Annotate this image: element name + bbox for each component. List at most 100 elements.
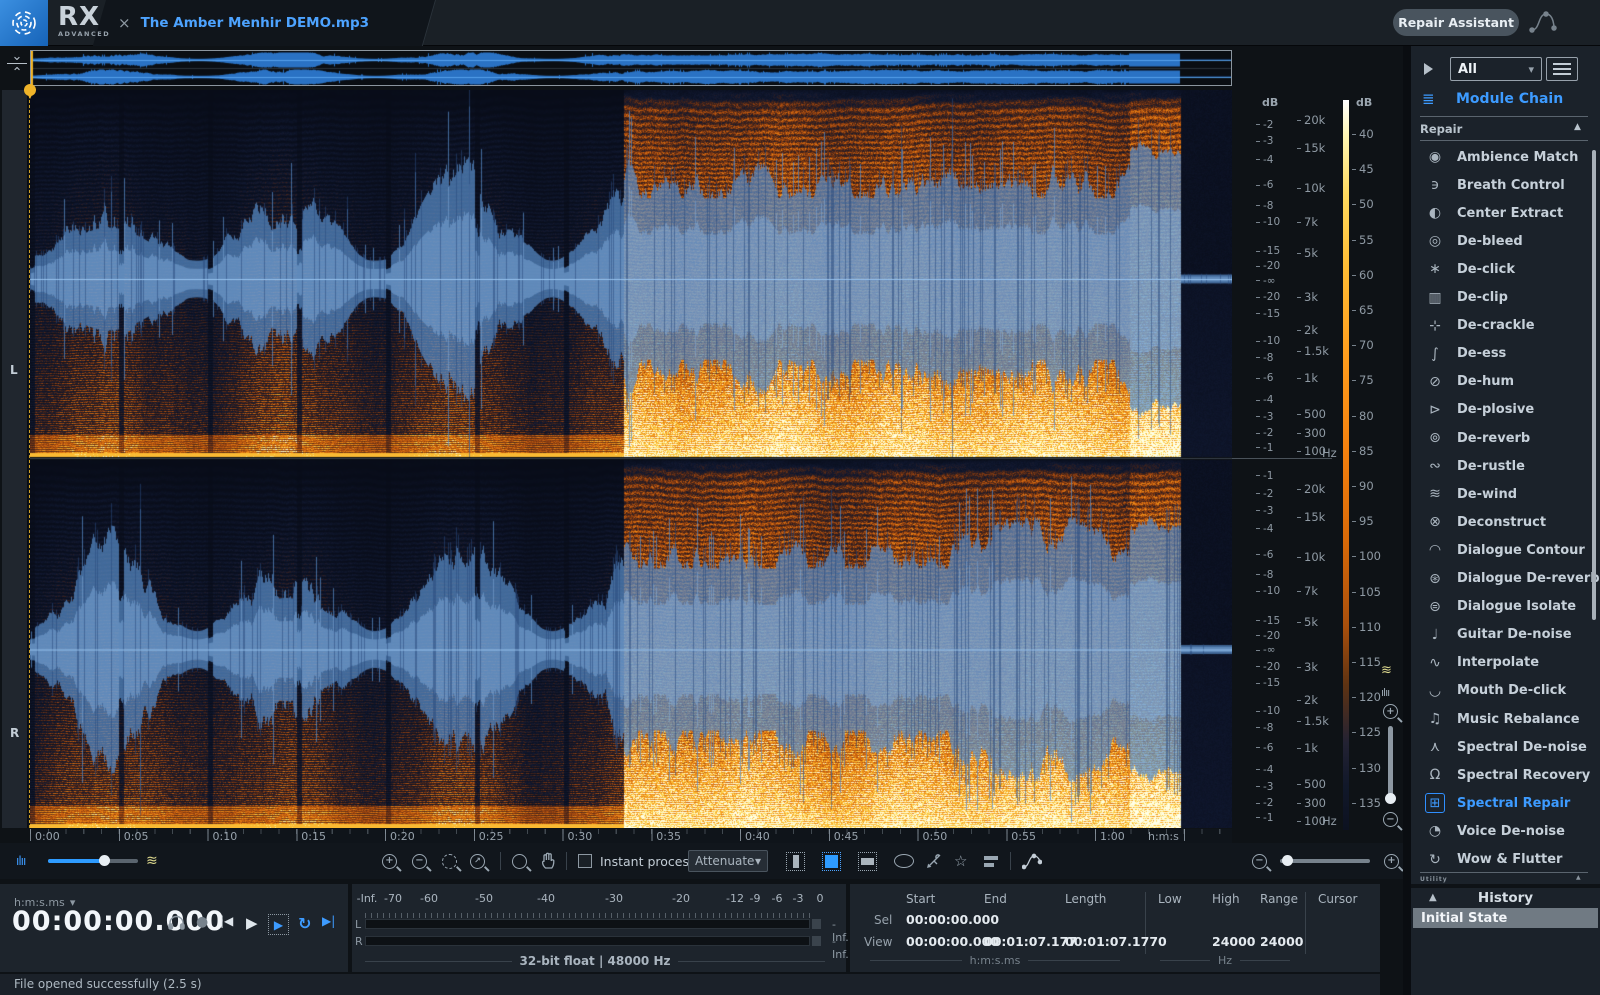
signal-flow-icon[interactable]	[1528, 8, 1558, 38]
search-zoom-icon[interactable]	[512, 849, 527, 873]
waveform-spectrogram-blend-icon[interactable]: ılıı	[16, 849, 25, 873]
zoom-out-time-icon[interactable]: −	[412, 849, 427, 873]
time-frequency-selection-tool[interactable]	[822, 849, 841, 873]
spectrogram-view[interactable]	[30, 90, 1232, 828]
module-icon: ⊘	[1425, 372, 1445, 392]
module-item-de-wind[interactable]: ≋De-wind	[1411, 480, 1600, 508]
module-icon: ⊜	[1425, 597, 1445, 617]
view-low[interactable]: 0	[1158, 934, 1167, 949]
channel-label-right[interactable]: R	[10, 726, 19, 740]
sel-start[interactable]: 00:00:00.000	[906, 912, 999, 927]
history-item-initial-state[interactable]: Initial State	[1413, 908, 1598, 928]
zoom-fit-icon[interactable]: ↗	[470, 849, 485, 873]
module-item-de-click[interactable]: ∗De-click	[1411, 255, 1600, 283]
hand-tool-icon[interactable]	[540, 849, 556, 873]
module-list-scrollbar[interactable]	[1592, 150, 1596, 620]
h-zoom-in-icon[interactable]: +	[1384, 849, 1399, 873]
spectrogram-mode-icon[interactable]: ≋	[1381, 663, 1392, 678]
module-item-mouth-de-click[interactable]: ◡Mouth De-click	[1411, 677, 1600, 705]
module-item-spectral-recovery[interactable]: ΩSpectral Recovery	[1411, 761, 1600, 789]
repair-assistant-button[interactable]: Repair Assistant	[1393, 9, 1519, 36]
module-item-center-extract[interactable]: ◐Center Extract	[1411, 199, 1600, 227]
view-length[interactable]: 00:01:07.177	[1065, 934, 1158, 949]
blend-slider-knob[interactable]	[99, 855, 110, 866]
module-item-guitar-de-noise[interactable]: ♩Guitar De-noise	[1411, 621, 1600, 649]
meter-right-label: R	[355, 935, 363, 948]
instant-process-checkbox[interactable]	[578, 849, 592, 873]
collapse-triangle-icon[interactable]: ▲	[1574, 122, 1581, 132]
zoom-selection-icon[interactable]	[442, 849, 457, 873]
view-end[interactable]: 00:01:07.177	[984, 934, 1077, 949]
zoom-in-time-icon[interactable]: +	[382, 849, 397, 873]
waveform-mode-icon[interactable]: ılıı	[1381, 686, 1389, 699]
h-zoom-knob[interactable]	[1282, 855, 1293, 866]
play-selection-icon[interactable]: ▶	[268, 914, 289, 935]
magic-wand-tool-icon[interactable]: ☆	[954, 849, 967, 873]
module-item-de-ess[interactable]: ∫De-ess	[1411, 340, 1600, 368]
module-item-interpolate[interactable]: ∿Interpolate	[1411, 649, 1600, 677]
module-item-de-bleed[interactable]: ◎De-bleed	[1411, 227, 1600, 255]
module-item-voice-de-noise[interactable]: ◔Voice De-noise	[1411, 817, 1600, 845]
adjacent-selection-tool-icon[interactable]	[984, 849, 998, 873]
tab-close-icon[interactable]: ×	[118, 14, 131, 32]
module-item-de-clip[interactable]: ▥De-clip	[1411, 284, 1600, 312]
view-range[interactable]: 24000	[1260, 934, 1304, 949]
module-filter-dropdown[interactable]: All ▾	[1450, 57, 1542, 81]
module-item-deconstruct[interactable]: ⊗Deconstruct	[1411, 508, 1600, 536]
amp-label: -20	[1256, 291, 1280, 303]
category-repair-header[interactable]: Repair	[1420, 122, 1462, 136]
go-to-start-icon[interactable]: |◀	[220, 914, 233, 928]
lasso-tool-icon[interactable]	[894, 849, 914, 873]
loop-icon[interactable]: ↻	[298, 914, 311, 933]
collapse-overview-icon[interactable]: ⌄⌄	[6, 52, 28, 75]
module-item-wow-flutter[interactable]: ↻Wow & Flutter	[1411, 846, 1600, 874]
module-item-music-rebalance[interactable]: ♫Music Rebalance	[1411, 705, 1600, 733]
spectrogram-settings-icon[interactable]: ≋	[146, 849, 158, 873]
frequency-selection-tool[interactable]	[858, 849, 877, 873]
brush-tool-icon[interactable]	[926, 849, 942, 873]
module-item-de-rustle[interactable]: ∾De-rustle	[1411, 452, 1600, 480]
overview-waveform[interactable]	[30, 50, 1232, 86]
record-button-icon[interactable]: ●	[196, 914, 208, 930]
module-item-breath-control[interactable]: ϶Breath Control	[1411, 171, 1600, 199]
module-item-dialogue-de-reverb[interactable]: ⊛Dialogue De-reverb	[1411, 565, 1600, 593]
module-item-de-hum[interactable]: ⊘De-hum	[1411, 368, 1600, 396]
module-item-spectral-repair[interactable]: ⊞Spectral Repair	[1411, 789, 1600, 817]
collapse-triangle-icon[interactable]: ▲	[1576, 874, 1581, 881]
module-chain-item[interactable]: Module Chain	[1456, 91, 1563, 107]
transport-panel: h:m:s.ms ▾ 00:00:00.000 ● |◀ ▶ ▶ ↻ ▶|	[0, 884, 348, 972]
time-selection-tool[interactable]	[786, 849, 805, 873]
module-item-de-reverb[interactable]: ⊚De-reverb	[1411, 424, 1600, 452]
signal-chain-tool-icon[interactable]	[1022, 849, 1042, 873]
module-item-dialogue-isolate[interactable]: ⊜Dialogue Isolate	[1411, 593, 1600, 621]
vertical-zoom-slider[interactable]	[1388, 726, 1393, 802]
meter-bar-right[interactable]	[365, 936, 810, 946]
module-item-spectral-de-noise[interactable]: ⋏Spectral De-noise	[1411, 733, 1600, 761]
play-to-end-icon[interactable]: ▶|	[322, 914, 335, 928]
channel-label-left[interactable]: L	[10, 363, 18, 377]
category-utility-header[interactable]: Utility	[1420, 876, 1448, 883]
play-button-icon[interactable]: ▶	[246, 914, 258, 932]
preview-play-icon[interactable]	[1424, 63, 1433, 75]
channel-strip[interactable]: L R	[2, 90, 28, 828]
meter-bar-left[interactable]	[365, 919, 810, 929]
file-tab-content[interactable]: × The Amber Menhir DEMO.mp3	[118, 0, 438, 46]
playhead-marker[interactable]	[24, 84, 36, 96]
module-item-ambience-match[interactable]: ◉Ambience Match	[1411, 143, 1600, 171]
module-item-de-crackle[interactable]: ⊹De-crackle	[1411, 312, 1600, 340]
vertical-zoom-in-icon[interactable]: +	[1383, 704, 1398, 719]
blend-slider[interactable]	[48, 859, 138, 863]
monitor-icon[interactable]	[168, 914, 185, 930]
vertical-zoom-out-icon[interactable]: −	[1383, 812, 1398, 827]
module-item-dialogue-contour[interactable]: ◠Dialogue Contour	[1411, 536, 1600, 564]
view-high[interactable]: 24000	[1212, 934, 1256, 949]
h-zoom-out-icon[interactable]: −	[1252, 849, 1267, 873]
process-mode-dropdown[interactable]: Attenuate▾	[688, 849, 768, 873]
vertical-zoom-knob[interactable]	[1385, 793, 1396, 804]
module-icon: ⊗	[1425, 512, 1445, 532]
module-menu-icon[interactable]	[1546, 57, 1578, 81]
h-zoom-slider[interactable]	[1280, 859, 1370, 863]
module-item-de-plosive[interactable]: ⊳De-plosive	[1411, 396, 1600, 424]
row-view-label: View	[864, 935, 892, 949]
status-message: File opened successfully (2.5 s)	[14, 977, 202, 991]
